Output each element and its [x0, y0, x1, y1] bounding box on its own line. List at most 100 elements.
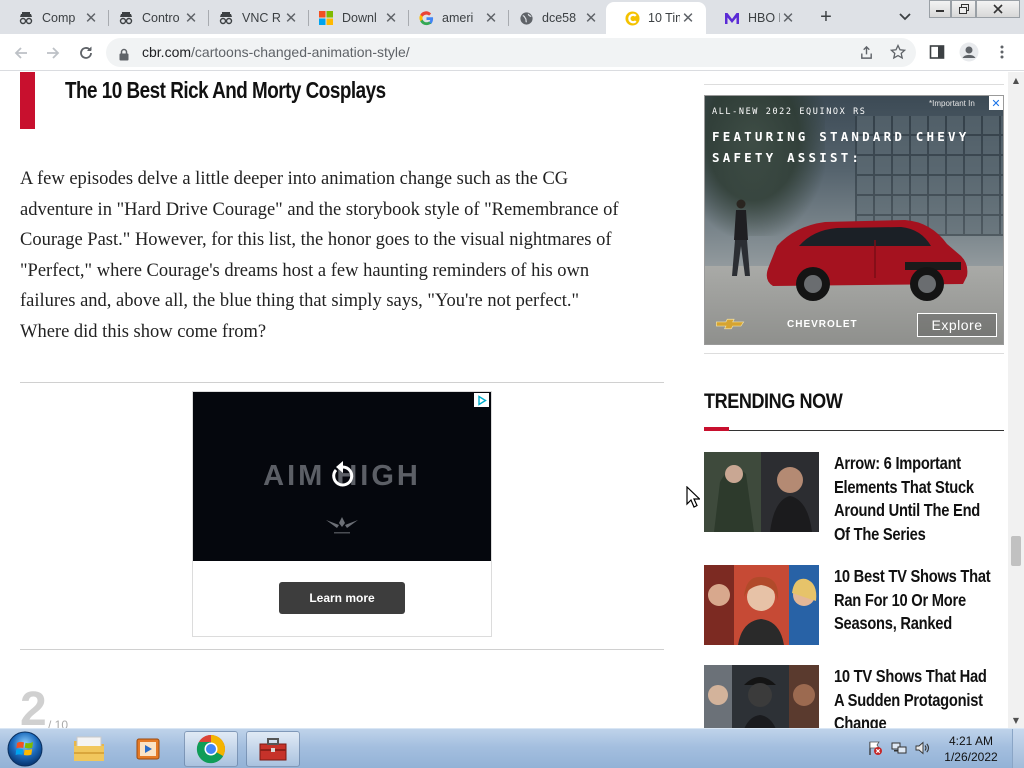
- scroll-up-arrow-icon[interactable]: ▲: [1008, 72, 1024, 88]
- tab-hbo-max[interactable]: HBO M ✕: [706, 2, 806, 34]
- chrome-icon: [196, 735, 225, 764]
- lock-icon[interactable]: [118, 46, 130, 61]
- clock-date: 1/26/2022: [944, 750, 998, 764]
- toolbox-icon: [259, 738, 287, 761]
- adchoices-icon[interactable]: [474, 393, 489, 407]
- learn-more-button[interactable]: Learn more: [279, 582, 405, 614]
- back-button[interactable]: [8, 40, 34, 66]
- tab-label: Contro: [142, 11, 180, 25]
- screen: Comp ✕ Contro ✕ VNC R ✕ Downl ✕ ameri ✕ …: [0, 0, 1024, 768]
- tab-label: dce58: [542, 11, 577, 25]
- tab-label: ameri: [442, 11, 474, 25]
- tab-10-times[interactable]: 10 Tim ✕: [606, 2, 706, 34]
- bookmark-star-icon[interactable]: [888, 42, 908, 62]
- air-force-wings-icon: [326, 517, 358, 534]
- tab-strip: Comp ✕ Contro ✕ VNC R ✕ Downl ✕ ameri ✕ …: [0, 0, 1024, 34]
- ad-car-image: [766, 220, 968, 301]
- replay-icon[interactable]: [329, 459, 357, 489]
- browser-toolbar: cbr.com/cartoons-changed-animation-style…: [0, 34, 1024, 71]
- tab-vnc[interactable]: VNC R ✕: [200, 2, 309, 34]
- ad-important-info[interactable]: *Important In: [929, 99, 975, 108]
- close-icon[interactable]: ✕: [183, 10, 199, 27]
- trending-item-title[interactable]: Arrow: 6 Important Elements That Stuck A…: [834, 452, 994, 546]
- paragraph-line: failures and, above all, the blue thing …: [20, 291, 580, 312]
- trending-item-title[interactable]: 10 TV Shows That Had A Sudden Protagonis…: [834, 665, 994, 728]
- minimize-button[interactable]: [929, 0, 951, 18]
- address-bar[interactable]: cbr.com/cartoons-changed-animation-style…: [106, 38, 916, 67]
- ad-video-frame[interactable]: AIM HIGH: [193, 392, 491, 561]
- tab-dce58[interactable]: dce58 ✕: [500, 2, 609, 34]
- media-player-icon: [136, 738, 160, 760]
- vertical-scrollbar[interactable]: ▲ ▼: [1008, 72, 1024, 728]
- tab-contro[interactable]: Contro ✕: [100, 2, 209, 34]
- trending-thumbnail[interactable]: [704, 665, 819, 728]
- ad-subheadline: SAFETY ASSIST:: [712, 150, 863, 165]
- windows-taskbar: 4:21 AM 1/26/2022: [0, 728, 1024, 768]
- trending-item-title[interactable]: 10 Best TV Shows That Ran For 10 Or More…: [834, 565, 994, 636]
- share-icon[interactable]: [856, 42, 876, 62]
- globe-icon: [518, 10, 534, 26]
- trending-item[interactable]: Arrow: 6 Important Elements That Stuck A…: [704, 452, 1004, 544]
- close-icon[interactable]: ✕: [383, 10, 399, 27]
- tab-label: HBO M: [748, 11, 780, 25]
- show-desktop-button[interactable]: [1012, 729, 1024, 768]
- chevron-down-icon[interactable]: [896, 8, 914, 26]
- paragraph-line: "Perfect," where Courage's dreams host a…: [20, 260, 590, 281]
- forward-button[interactable]: [40, 40, 66, 66]
- spy-icon: [18, 10, 34, 26]
- explore-button[interactable]: Explore: [917, 313, 997, 337]
- trending-item[interactable]: 10 TV Shows That Had A Sudden Protagonis…: [704, 665, 1004, 728]
- close-icon[interactable]: ✕: [283, 10, 299, 27]
- reload-button[interactable]: [73, 40, 99, 66]
- spy-icon: [118, 10, 134, 26]
- close-icon[interactable]: ✕: [780, 10, 796, 27]
- divider: [20, 382, 664, 383]
- volume-icon[interactable]: [913, 739, 931, 757]
- trending-accent: [704, 427, 729, 431]
- close-icon[interactable]: ✕: [583, 10, 599, 27]
- paragraph-line: Courage Past." However, for this list, t…: [20, 230, 612, 251]
- restore-button[interactable]: [951, 0, 976, 18]
- ad-headline: FEATURING STANDARD CHEVY: [712, 129, 970, 144]
- taskbar-chrome[interactable]: [184, 731, 238, 767]
- close-window-button[interactable]: [976, 0, 1020, 18]
- kebab-menu-icon[interactable]: [992, 42, 1012, 62]
- chevrolet-display-ad[interactable]: ALL-NEW 2022 EQUINOX RS FEATURING STANDA…: [704, 95, 1004, 345]
- tab-comp[interactable]: Comp ✕: [0, 2, 109, 34]
- taskbar-media-player[interactable]: [122, 731, 176, 767]
- close-icon[interactable]: ✕: [680, 10, 696, 27]
- network-icon[interactable]: [890, 739, 908, 757]
- google-icon: [418, 10, 434, 26]
- scroll-down-arrow-icon[interactable]: ▼: [1008, 712, 1024, 728]
- video-ad[interactable]: AIM HIGH Learn more: [192, 391, 492, 637]
- taskbar-toolbox[interactable]: [246, 731, 300, 767]
- heading-accent-bar: [20, 72, 35, 129]
- windows-start-orb-icon[interactable]: [6, 730, 44, 768]
- close-icon[interactable]: ✕: [483, 10, 499, 27]
- url-domain: cbr.com: [142, 44, 192, 60]
- taskbar-explorer[interactable]: [62, 731, 116, 767]
- trending-thumbnail[interactable]: [704, 565, 819, 645]
- scrollbar-thumb[interactable]: [1011, 536, 1021, 566]
- tab-label: Downl: [342, 11, 377, 25]
- close-icon[interactable]: ✕: [83, 10, 99, 27]
- divider: [20, 649, 664, 650]
- tab-google[interactable]: ameri ✕: [400, 2, 509, 34]
- trending-thumbnail[interactable]: [704, 452, 819, 532]
- ad-close-icon[interactable]: ✕: [989, 96, 1003, 110]
- url-path: /cartoons-changed-animation-style/: [191, 44, 410, 60]
- paragraph-line: adventure in "Hard Drive Courage" and th…: [20, 199, 619, 220]
- system-clock[interactable]: 4:21 AM 1/26/2022: [940, 733, 1002, 765]
- tab-download[interactable]: Downl ✕: [300, 2, 409, 34]
- paragraph-line: A few episodes delve a little deeper int…: [20, 169, 569, 189]
- article-paragraph: A few episodes delve a little deeper int…: [20, 164, 670, 348]
- trending-item[interactable]: 10 Best TV Shows That Ran For 10 Or More…: [704, 565, 1004, 655]
- new-tab-button[interactable]: +: [815, 6, 837, 28]
- action-center-flag-icon[interactable]: [866, 739, 884, 757]
- profile-avatar[interactable]: [959, 42, 979, 62]
- article-heading[interactable]: The 10 Best Rick And Morty Cosplays: [65, 77, 386, 104]
- side-panel-icon[interactable]: [927, 42, 947, 62]
- url-text[interactable]: cbr.com/cartoons-changed-animation-style…: [142, 44, 410, 60]
- page-viewport[interactable]: The 10 Best Rick And Morty Cosplays A fe…: [0, 72, 1024, 728]
- tab-label: 10 Tim: [648, 11, 680, 25]
